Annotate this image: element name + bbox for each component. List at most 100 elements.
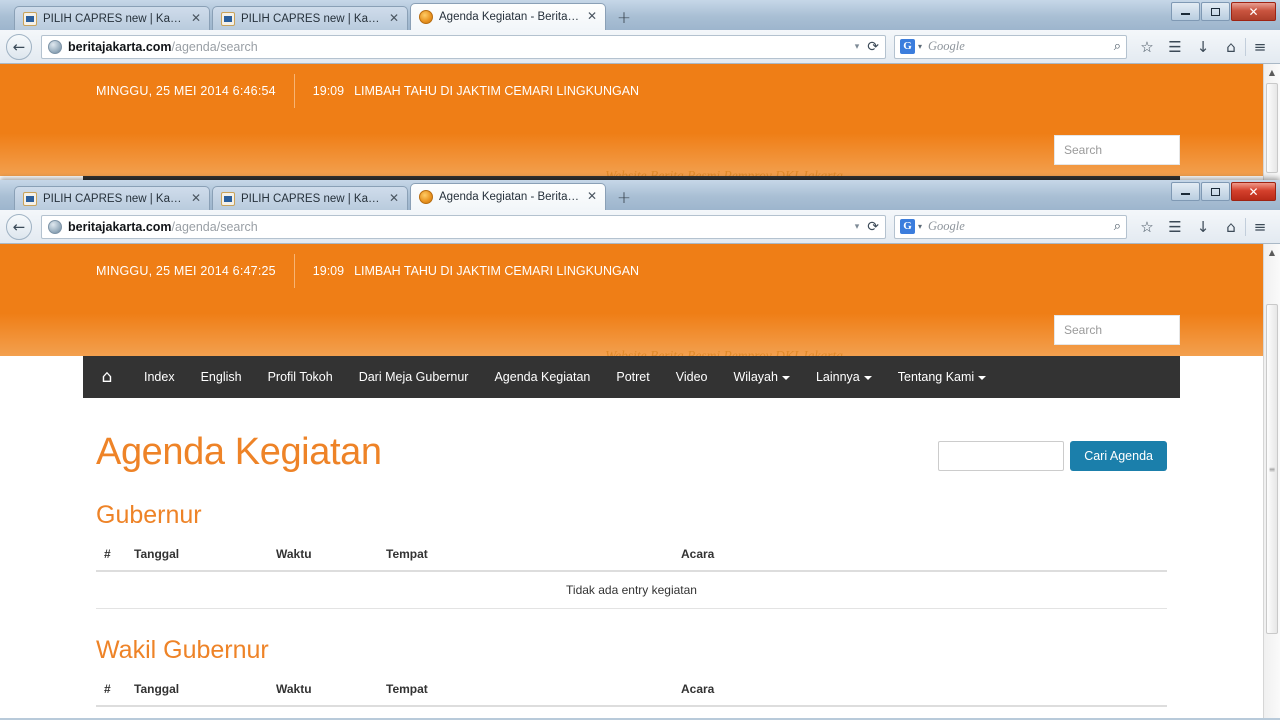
- downloads-icon[interactable]: ↓: [1189, 214, 1217, 240]
- titlebar-window2[interactable]: PILIH CAPRES new | Kaskus... ✕ PILIH CAP…: [0, 180, 1280, 210]
- cell-tanggal: 24 Mei 2014: [126, 706, 268, 718]
- back-icon[interactable]: ←: [6, 213, 32, 240]
- browser-search-box[interactable]: G ▾ Google ⌕: [894, 214, 1127, 239]
- navigation-toolbar-window1[interactable]: ← beritajakarta.com/agenda/search ▾ ⟳ G …: [0, 30, 1280, 64]
- news-ticker: MINGGU, 25 MEI 2014 6:47:25 19:09 LIMBAH…: [0, 244, 1280, 298]
- new-tab-button[interactable]: +: [612, 188, 636, 210]
- agenda-search-input[interactable]: [938, 441, 1065, 471]
- address-bar[interactable]: beritajakarta.com/agenda/search ▾ ⟳: [41, 214, 886, 239]
- browser-tab[interactable]: PILIH CAPRES new | Kaskus... ✕: [212, 6, 408, 30]
- bookmark-star-icon[interactable]: ☆: [1133, 214, 1161, 240]
- page-viewport-window1: MINGGU, 25 MEI 2014 6:46:54 19:09 LIMBAH…: [0, 64, 1280, 180]
- close-icon[interactable]: ✕: [585, 10, 599, 24]
- window-controls-window1[interactable]: ✕: [1170, 2, 1276, 21]
- kaskus-icon: [221, 11, 235, 26]
- nav-item-profil-tokoh[interactable]: Profil Tokoh: [255, 370, 346, 384]
- close-window-button[interactable]: ✕: [1231, 2, 1276, 21]
- agenda-search-form[interactable]: Cari Agenda: [938, 441, 1167, 471]
- ticker-headline[interactable]: LIMBAH TAHU DI JAKTIM CEMARI LINGKUNGAN: [354, 264, 639, 278]
- menu-hamburger-icon[interactable]: ≡: [1246, 214, 1274, 240]
- nav-item-tentang-kami[interactable]: Tentang Kami: [885, 370, 999, 384]
- page-scrollbar-window1[interactable]: ▲: [1263, 64, 1280, 180]
- scroll-up-icon[interactable]: ▲: [1264, 244, 1280, 261]
- ticker-headline[interactable]: LIMBAH TAHU DI JAKTIM CEMARI LINGKUNGAN: [354, 84, 639, 98]
- table-row: 1 24 Mei 2014 11:30 WIB Jl Sukabumi No 1…: [96, 706, 1167, 718]
- address-bar-actions: ▾ ⟳: [855, 219, 881, 235]
- site-main-nav[interactable]: ⌂ Index English Profil Tokoh Dari Meja G…: [83, 356, 1180, 398]
- tabstrip-window2[interactable]: PILIH CAPRES new | Kaskus... ✕ PILIH CAP…: [14, 183, 636, 210]
- globe-icon: [48, 219, 62, 234]
- site-search-input[interactable]: Search: [1054, 315, 1180, 345]
- nav-item-video[interactable]: Video: [663, 370, 721, 384]
- site-search-input-window1[interactable]: Search: [1054, 135, 1180, 165]
- home-icon[interactable]: ⌂: [1217, 214, 1245, 240]
- new-tab-button[interactable]: +: [612, 8, 636, 30]
- site-search-placeholder: Search: [1064, 143, 1103, 157]
- page-header-row: Agenda Kegiatan Cari Agenda: [96, 430, 1167, 474]
- scrollbar-thumb[interactable]: ≡: [1266, 304, 1278, 634]
- toolbar-icons-window1[interactable]: ☆ ☰ ↓ ⌂ ≡: [1133, 34, 1274, 60]
- nav-item-potret[interactable]: Potret: [603, 370, 662, 384]
- maximize-button[interactable]: [1201, 2, 1230, 21]
- browser-tab[interactable]: PILIH CAPRES new | Kaskus... ✕: [14, 6, 210, 30]
- chevron-down-icon[interactable]: ▾: [918, 42, 922, 51]
- reload-icon[interactable]: ⟳: [867, 39, 879, 55]
- tab-title: Agenda Kegiatan - Beritaja...: [439, 191, 580, 203]
- back-icon[interactable]: ←: [6, 33, 32, 60]
- google-icon: G: [900, 39, 915, 54]
- chevron-down-icon[interactable]: ▾: [855, 42, 860, 52]
- scroll-up-icon[interactable]: ▲: [1264, 64, 1280, 81]
- nav-item-wilayah[interactable]: Wilayah: [720, 370, 802, 384]
- browser-tab[interactable]: PILIH CAPRES new | Kaskus... ✕: [212, 186, 408, 210]
- minimize-button[interactable]: [1171, 2, 1200, 21]
- home-icon[interactable]: ⌂: [1217, 34, 1245, 60]
- page-scrollbar[interactable]: ▲ ≡: [1263, 244, 1280, 718]
- chevron-down-icon[interactable]: ▾: [855, 222, 860, 232]
- scrollbar-thumb[interactable]: [1266, 83, 1278, 173]
- menu-hamburger-icon[interactable]: ≡: [1246, 34, 1274, 60]
- nav-item-agenda-kegiatan[interactable]: Agenda Kegiatan: [481, 370, 603, 384]
- reading-list-icon[interactable]: ☰: [1161, 34, 1189, 60]
- reload-icon[interactable]: ⟳: [867, 219, 879, 235]
- browser-tab-active[interactable]: Agenda Kegiatan - Beritaja... ✕: [410, 183, 606, 210]
- nav-item-index[interactable]: Index: [131, 370, 188, 384]
- cari-agenda-button[interactable]: Cari Agenda: [1070, 441, 1167, 471]
- close-window-button[interactable]: ✕: [1231, 182, 1276, 201]
- url-path: /agenda/search: [171, 219, 258, 234]
- column-header-tempat: Tempat: [378, 673, 673, 707]
- browser-tab[interactable]: PILIH CAPRES new | Kaskus... ✕: [14, 186, 210, 210]
- close-icon[interactable]: ✕: [189, 191, 203, 206]
- chevron-down-icon[interactable]: ▾: [918, 222, 922, 231]
- tabstrip-window1[interactable]: PILIH CAPRES new | Kaskus... ✕ PILIH CAP…: [14, 3, 636, 30]
- address-bar[interactable]: beritajakarta.com/agenda/search ▾ ⟳: [41, 34, 886, 59]
- nav-home-icon[interactable]: ⌂: [83, 367, 131, 387]
- close-icon[interactable]: ✕: [387, 191, 401, 206]
- reading-list-icon[interactable]: ☰: [1161, 214, 1189, 240]
- nav-item-english[interactable]: English: [188, 370, 255, 384]
- browser-tab-active[interactable]: Agenda Kegiatan - Beritaja... ✕: [410, 3, 606, 30]
- close-icon[interactable]: ✕: [585, 190, 599, 204]
- search-placeholder: Google: [928, 39, 965, 53]
- column-header-tanggal: Tanggal: [126, 538, 268, 572]
- toolbar-icons-window2[interactable]: ☆ ☰ ↓ ⌂ ≡: [1133, 214, 1274, 240]
- browser-window-foreground[interactable]: PILIH CAPRES new | Kaskus... ✕ PILIH CAP…: [0, 180, 1280, 720]
- bookmark-star-icon[interactable]: ☆: [1133, 34, 1161, 60]
- nav-item-dari-meja-gubernur[interactable]: Dari Meja Gubernur: [346, 370, 482, 384]
- close-icon[interactable]: ✕: [189, 11, 203, 26]
- browser-window-background[interactable]: PILIH CAPRES new | Kaskus... ✕ PILIH CAP…: [0, 0, 1280, 180]
- navigation-toolbar-window2[interactable]: ← beritajakarta.com/agenda/search ▾ ⟳ G …: [0, 210, 1280, 244]
- ticker-time: 19:09: [312, 264, 345, 278]
- search-icon[interactable]: ⌕: [1114, 219, 1121, 234]
- browser-search-box[interactable]: G ▾ Google ⌕: [894, 34, 1127, 59]
- nav-item-lainnya[interactable]: Lainnya: [803, 370, 885, 384]
- google-icon: G: [900, 219, 915, 234]
- downloads-icon[interactable]: ↓: [1189, 34, 1217, 60]
- search-icon[interactable]: ⌕: [1114, 39, 1121, 54]
- maximize-button[interactable]: [1201, 182, 1230, 201]
- site-search-placeholder: Search: [1064, 323, 1103, 337]
- titlebar-window1[interactable]: PILIH CAPRES new | Kaskus... ✕ PILIH CAP…: [0, 0, 1280, 30]
- close-icon[interactable]: ✕: [387, 11, 401, 26]
- window-controls-window2[interactable]: ✕: [1170, 182, 1276, 201]
- kaskus-icon: [23, 11, 37, 26]
- minimize-button[interactable]: [1171, 182, 1200, 201]
